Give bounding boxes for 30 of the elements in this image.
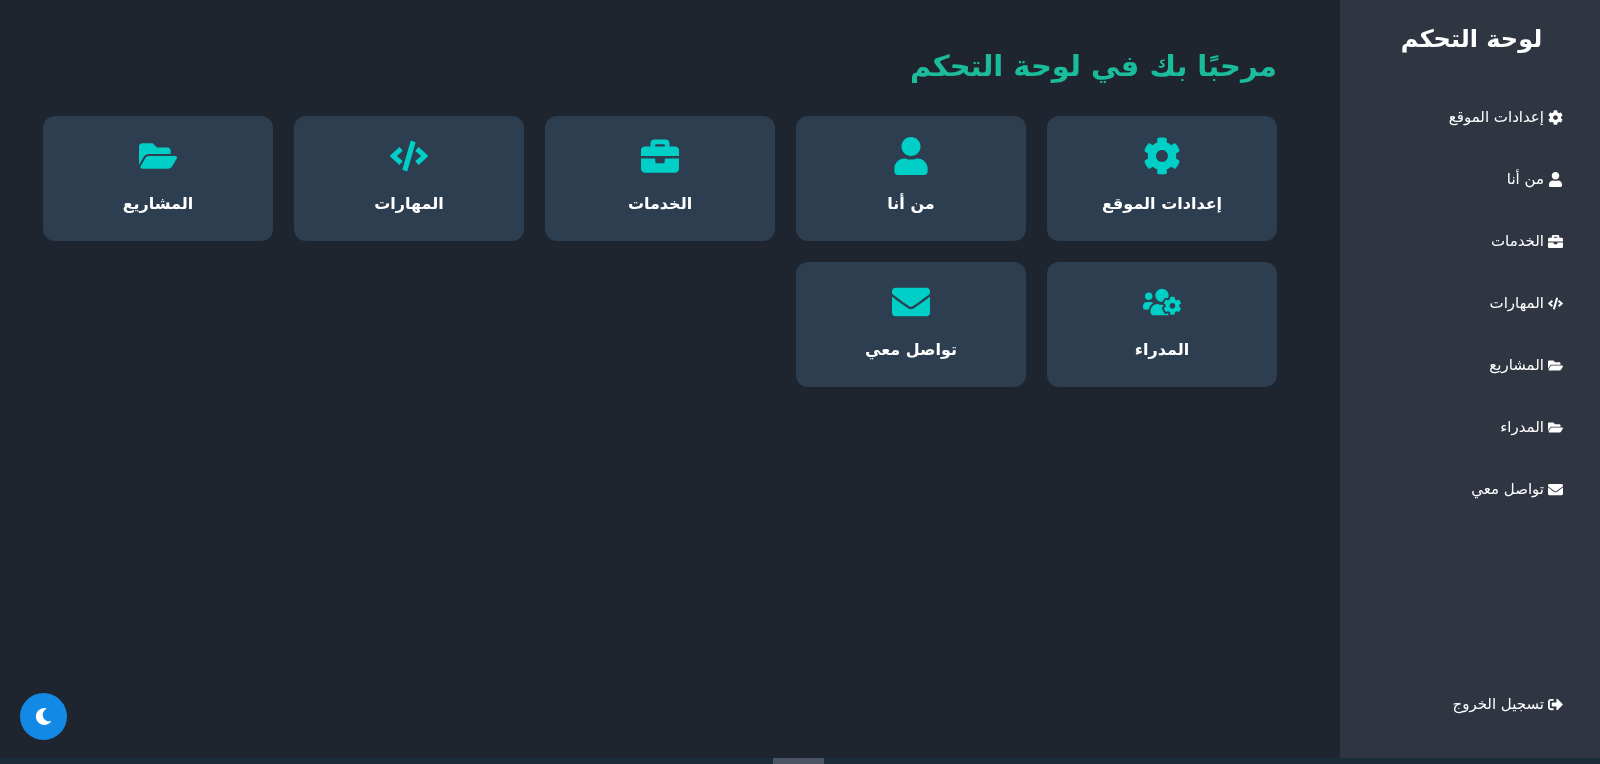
- gear-icon: [1143, 137, 1181, 175]
- moon-icon: [35, 708, 52, 725]
- dashboard-card[interactable]: تواصل معي: [796, 262, 1026, 387]
- sidebar-link[interactable]: الخدمات: [1490, 230, 1563, 252]
- user-icon: [1548, 171, 1563, 187]
- user-icon: [892, 137, 930, 175]
- sidebar-link[interactable]: تواصل معي: [1471, 478, 1563, 500]
- theme-toggle-button[interactable]: [20, 693, 67, 740]
- code-icon: [1548, 295, 1563, 311]
- dashboard-card[interactable]: المدراء: [1047, 262, 1277, 387]
- sidebar-link[interactable]: إعدادات الموقع: [1448, 106, 1563, 128]
- scrollbar-thumb[interactable]: [773, 758, 824, 764]
- dashboard-card[interactable]: من أنا: [796, 116, 1026, 241]
- scrollbar-track[interactable]: [0, 758, 1600, 764]
- welcome-heading: مرحبًا بك في لوحة التحكم: [910, 48, 1277, 85]
- sidebar-link[interactable]: المهارات: [1489, 292, 1563, 314]
- dashboard-card[interactable]: الخدمات: [545, 116, 775, 241]
- envelope-icon: [1548, 481, 1563, 497]
- exit-icon: [1548, 696, 1563, 712]
- briefcase-icon: [641, 137, 679, 175]
- gear-icon: [1548, 109, 1563, 125]
- logout-link[interactable]: تسجيل الخروج: [1452, 693, 1563, 715]
- sidebar-title: لوحة التحكم: [1400, 24, 1543, 55]
- sidebar-link[interactable]: المدراء: [1500, 416, 1563, 438]
- dashboard-card[interactable]: إعدادات الموقع: [1047, 116, 1277, 241]
- sidebar-link[interactable]: المشاريع: [1489, 354, 1563, 376]
- dashboard-card[interactable]: المشاريع: [43, 116, 273, 241]
- sidebar-link[interactable]: من أنا: [1506, 168, 1563, 190]
- briefcase-icon: [1548, 233, 1563, 249]
- dashboard-card[interactable]: المهارات: [294, 116, 524, 241]
